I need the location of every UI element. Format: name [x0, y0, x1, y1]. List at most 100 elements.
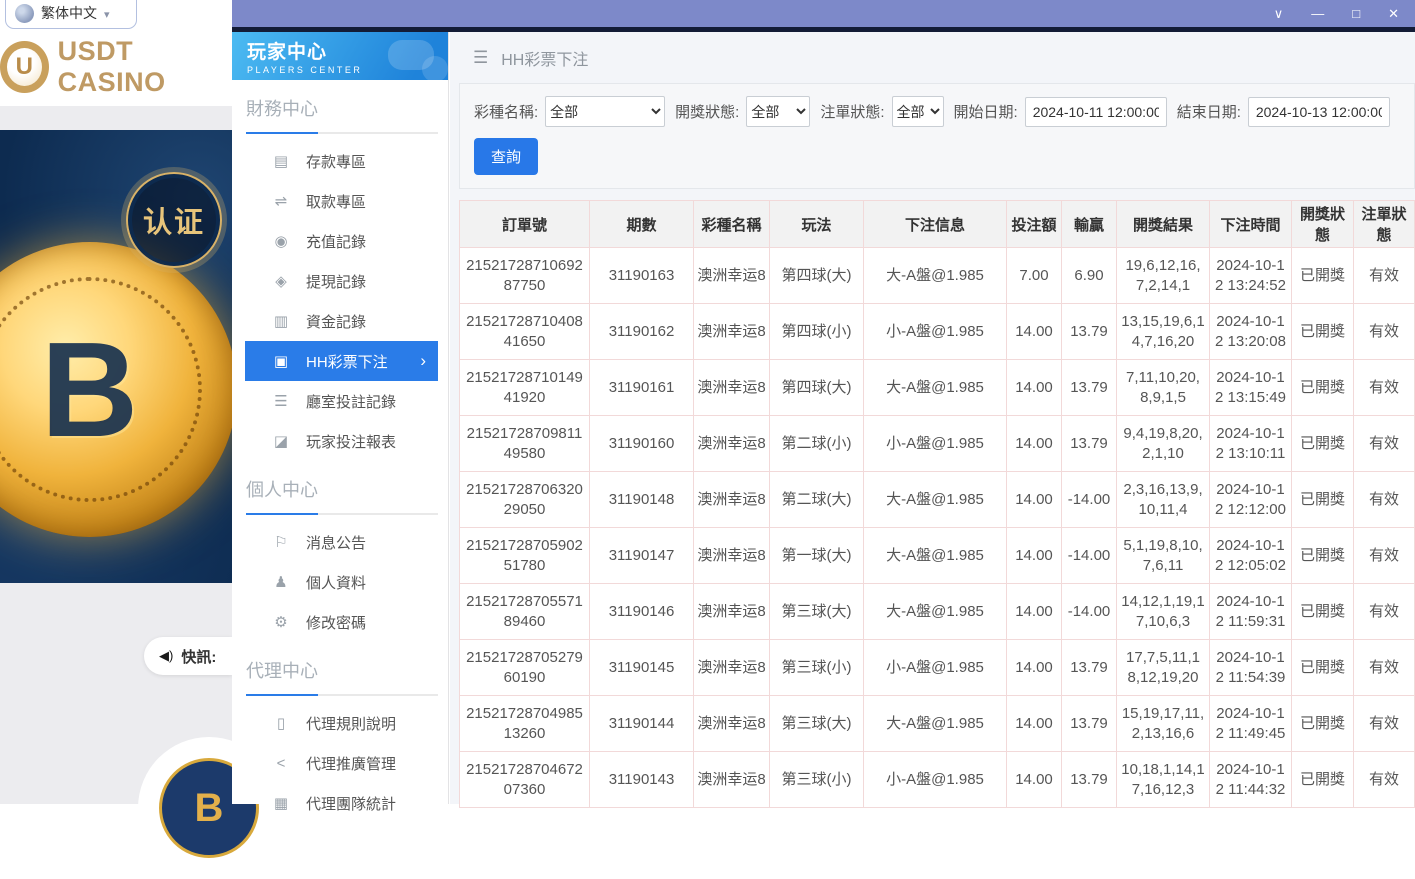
certification-badge: 认证 — [126, 172, 222, 268]
sidebar-item-agent-promotion[interactable]: <代理推廣管理 — [232, 743, 448, 783]
table-cell: 31190143 — [590, 752, 694, 808]
table-cell: -14.00 — [1062, 584, 1117, 640]
table-cell: 大-A盤@1.985 — [864, 528, 1007, 584]
brand-coin-icon: U — [0, 41, 49, 93]
table-cell: 5,1,19,8,10,7,6,11 — [1117, 528, 1210, 584]
table-cell: 澳洲幸运8 — [694, 360, 770, 416]
sidebar-section: 代理中心▯代理規則說明<代理推廣管理▦代理團隊統計 — [232, 642, 448, 823]
language-selector[interactable]: 繁体中文 ▾ — [5, 0, 137, 29]
bet-table-wrap: 訂單號期數彩種名稱玩法下注信息投注額輸贏開獎結果下注時間開獎狀態注單狀態 215… — [459, 200, 1415, 808]
table-cell: 13,15,19,6,14,7,16,20 — [1117, 304, 1210, 360]
sidebar-item-deposit[interactable]: ▤存款專區 — [232, 141, 448, 181]
order-status-select[interactable]: 全部 — [892, 96, 944, 127]
sidebar-header: 玩家中心 PLAYERS CENTER — [232, 32, 448, 80]
table-cell: 有效 — [1354, 528, 1415, 584]
close-icon[interactable]: ✕ — [1388, 7, 1399, 20]
table-cell: 19,6,12,16,7,2,14,1 — [1117, 248, 1210, 304]
table-cell: 13.79 — [1062, 640, 1117, 696]
table-cell: 第四球(大) — [770, 360, 864, 416]
table-cell: 17,7,5,11,18,12,19,20 — [1117, 640, 1210, 696]
table-cell: 澳洲幸运8 — [694, 752, 770, 808]
chevron-down-icon[interactable]: ∨ — [1274, 7, 1284, 20]
sidebar-item-label: 消息公告 — [306, 532, 366, 553]
table-cell: 31190145 — [590, 640, 694, 696]
document-icon: ▯ — [271, 714, 291, 732]
table-cell: 31190161 — [590, 360, 694, 416]
sidebar-item-lottery-bet[interactable]: ▣HH彩票下注› — [245, 341, 438, 381]
table-cell: 2024-10-12 11:44:32 — [1210, 752, 1292, 808]
news-ticker[interactable]: ◀) 快訊: — [144, 637, 232, 675]
search-button[interactable]: 查詢 — [474, 138, 538, 175]
table-cell: 31190146 — [590, 584, 694, 640]
sidebar-item-label: 存款專區 — [306, 151, 366, 172]
sidebar-item-change-password[interactable]: ⚙修改密碼 — [232, 602, 448, 642]
section-underline — [246, 132, 438, 134]
start-date-input[interactable] — [1025, 97, 1167, 127]
minimize-icon[interactable]: — — [1311, 7, 1324, 20]
table-cell: 已開獎 — [1292, 472, 1354, 528]
table-cell: 2152172870498513260 — [460, 696, 590, 752]
table-row: 215217287106928775031190163澳洲幸运8第四球(大)大-… — [460, 248, 1415, 304]
end-date-input[interactable] — [1248, 97, 1390, 127]
table-cell: 15,19,17,11,2,13,16,6 — [1117, 696, 1210, 752]
table-cell: 小-A盤@1.985 — [864, 640, 1007, 696]
table-cell: 有效 — [1354, 248, 1415, 304]
hamburger-icon[interactable]: ☰ — [473, 48, 488, 68]
table-cell: 已開獎 — [1292, 416, 1354, 472]
draw-status-select[interactable]: 全部 — [746, 96, 810, 127]
sidebar-item-room-bet-record[interactable]: ☰廳室投註記錄 — [232, 381, 448, 421]
table-cell: 2024-10-12 12:05:02 — [1210, 528, 1292, 584]
sidebar-item-label: 代理規則說明 — [306, 713, 396, 734]
window-titlebar: ∨ — □ ✕ — [232, 0, 1415, 27]
sidebar-item-withdraw-record[interactable]: ◈提現記錄 — [232, 261, 448, 301]
table-cell: 2152172870467207360 — [460, 752, 590, 808]
sidebar-item-recharge-record[interactable]: ◉充值記錄 — [232, 221, 448, 261]
column-header: 下注信息 — [864, 201, 1007, 248]
sidebar-item-player-report[interactable]: ◪玩家投注報表 — [232, 421, 448, 461]
sidebar: 玩家中心 PLAYERS CENTER 財務中心▤存款專區⇌取款專區◉充值記錄◈… — [232, 32, 449, 804]
bitcoin-coin-graphic: B — [0, 242, 232, 537]
sidebar-item-label: 取款專區 — [306, 191, 366, 212]
left-panel-top: 繁体中文 ▾ U USDT CASINO — [0, 0, 232, 106]
table-row: 215217287046720736031190143澳洲幸运8第三球(小)小-… — [460, 752, 1415, 808]
column-header: 輸贏 — [1062, 201, 1117, 248]
sidebar-item-agent-team-stats[interactable]: ▦代理團隊統計 — [232, 783, 448, 823]
brand-name: USDT CASINO — [58, 36, 232, 98]
sidebar-item-agent-rules[interactable]: ▯ 代理規則說明 — [232, 703, 448, 743]
table-cell: 大-A盤@1.985 — [864, 584, 1007, 640]
table-cell: 2152172870981149580 — [460, 416, 590, 472]
table-cell: 2152172870632029050 — [460, 472, 590, 528]
table-cell: 已開獎 — [1292, 304, 1354, 360]
gear-icon: ⚙ — [271, 613, 291, 631]
caret-down-icon: ▾ — [104, 8, 110, 23]
banknotes-icon: ▥ — [271, 312, 291, 330]
table-cell: 2152172870557189460 — [460, 584, 590, 640]
sidebar-item-funds-record[interactable]: ▥資金記錄 — [232, 301, 448, 341]
report-chart-icon: ◪ — [271, 432, 291, 450]
table-cell: 9,4,19,8,20,2,1,10 — [1117, 416, 1210, 472]
table-cell: 大-A盤@1.985 — [864, 360, 1007, 416]
purse-icon: ◈ — [271, 272, 291, 290]
maximize-icon[interactable]: □ — [1352, 7, 1360, 20]
sidebar-item-withdraw[interactable]: ⇌取款專區 — [232, 181, 448, 221]
table-cell: 2,3,16,13,9,10,11,4 — [1117, 472, 1210, 528]
left-panel: 繁体中文 ▾ U USDT CASINO B 认证 ◀) 快訊: B — [0, 0, 232, 804]
sidebar-item-profile[interactable]: ♟個人資料 — [232, 562, 448, 602]
table-cell: 澳洲幸运8 — [694, 696, 770, 752]
table-cell: 澳洲幸运8 — [694, 528, 770, 584]
page-title: HH彩票下注 — [501, 46, 588, 70]
table-cell: 已開獎 — [1292, 696, 1354, 752]
table-cell: 14.00 — [1007, 304, 1062, 360]
sidebar-item-announcements[interactable]: ⚐消息公告 — [232, 522, 448, 562]
table-cell: 14.00 — [1007, 584, 1062, 640]
table-cell: 2024-10-12 13:24:52 — [1210, 248, 1292, 304]
lottery-select[interactable]: 全部 — [545, 96, 665, 127]
section-underline — [246, 513, 438, 515]
sidebar-item-label: 充值記錄 — [306, 231, 366, 252]
newspaper-icon: ▦ — [271, 794, 291, 812]
globe-icon — [15, 4, 34, 23]
column-header: 開獎狀態 — [1292, 201, 1354, 248]
table-cell: 10,18,1,14,17,16,12,3 — [1117, 752, 1210, 808]
table-cell: 2152172870590251780 — [460, 528, 590, 584]
ticket-icon: ▣ — [271, 352, 291, 370]
